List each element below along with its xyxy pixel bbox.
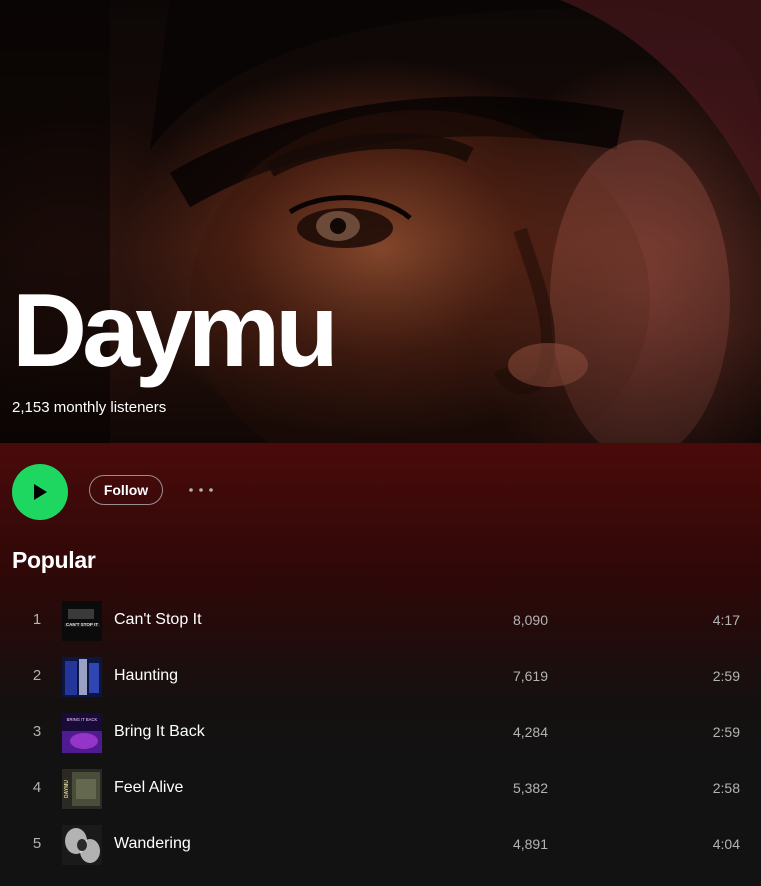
track-duration: 2:59 — [712, 724, 740, 740]
play-icon — [34, 484, 47, 500]
track-cover — [62, 825, 102, 865]
track-title[interactable]: Feel Alive — [114, 779, 183, 797]
track-title[interactable]: Wandering — [114, 835, 191, 853]
cover-text: BRING IT BACK — [67, 717, 98, 722]
track-cover: BRING IT BACK — [62, 713, 102, 753]
track-title[interactable]: Bring It Back — [114, 723, 205, 741]
track-number: 5 — [32, 835, 42, 852]
track-row[interactable]: 4 DAYMU Feel Alive 5,382 2:58 — [0, 761, 761, 817]
track-number: 2 — [32, 667, 42, 684]
track-plays: 4,284 — [512, 724, 548, 740]
track-cover — [62, 657, 102, 697]
monthly-listeners: 2,153 monthly listeners — [12, 399, 167, 416]
track-row[interactable]: 5 Wandering 4,891 4:04 — [0, 817, 761, 873]
track-title[interactable]: Can't Stop It — [114, 611, 202, 629]
track-duration: 4:04 — [712, 836, 740, 852]
play-button[interactable] — [12, 464, 68, 520]
track-number: 3 — [32, 723, 42, 740]
track-duration: 4:17 — [712, 612, 740, 628]
artist-header-banner: Daymu 2,153 monthly listeners — [0, 0, 761, 443]
section-title-popular: Popular — [12, 547, 96, 573]
track-cover: CAN'T STOP IT — [62, 601, 102, 641]
track-plays: 7,619 — [512, 668, 548, 684]
track-duration: 2:59 — [712, 668, 740, 684]
track-title[interactable]: Haunting — [114, 667, 178, 685]
artist-content: Follow Popular 1 CAN'T STOP IT Can't Sto… — [0, 443, 761, 886]
track-plays: 8,090 — [512, 612, 548, 628]
artist-name: Daymu — [12, 273, 339, 389]
popular-track-list: 1 CAN'T STOP IT Can't Stop It 8,090 4:17… — [0, 593, 761, 873]
follow-button[interactable]: Follow — [89, 475, 163, 505]
track-cover: DAYMU — [62, 769, 102, 809]
track-duration: 2:58 — [712, 780, 740, 796]
track-plays: 5,382 — [512, 780, 548, 796]
cover-text: CAN'T STOP IT — [66, 622, 98, 627]
track-row[interactable]: 2 Haunting 7,619 2:59 — [0, 649, 761, 705]
cover-text: DAYMU — [64, 780, 70, 798]
more-options-button[interactable] — [186, 480, 216, 500]
more-options-icon — [189, 488, 213, 492]
track-number: 4 — [32, 779, 42, 796]
artist-page: Daymu 2,153 monthly listeners Follow Pop… — [0, 0, 761, 886]
track-plays: 4,891 — [512, 836, 548, 852]
track-row[interactable]: 3 BRING IT BACK Bring It Back 4,284 2:59 — [0, 705, 761, 761]
track-row[interactable]: 1 CAN'T STOP IT Can't Stop It 8,090 4:17 — [0, 593, 761, 649]
track-number: 1 — [32, 611, 42, 628]
